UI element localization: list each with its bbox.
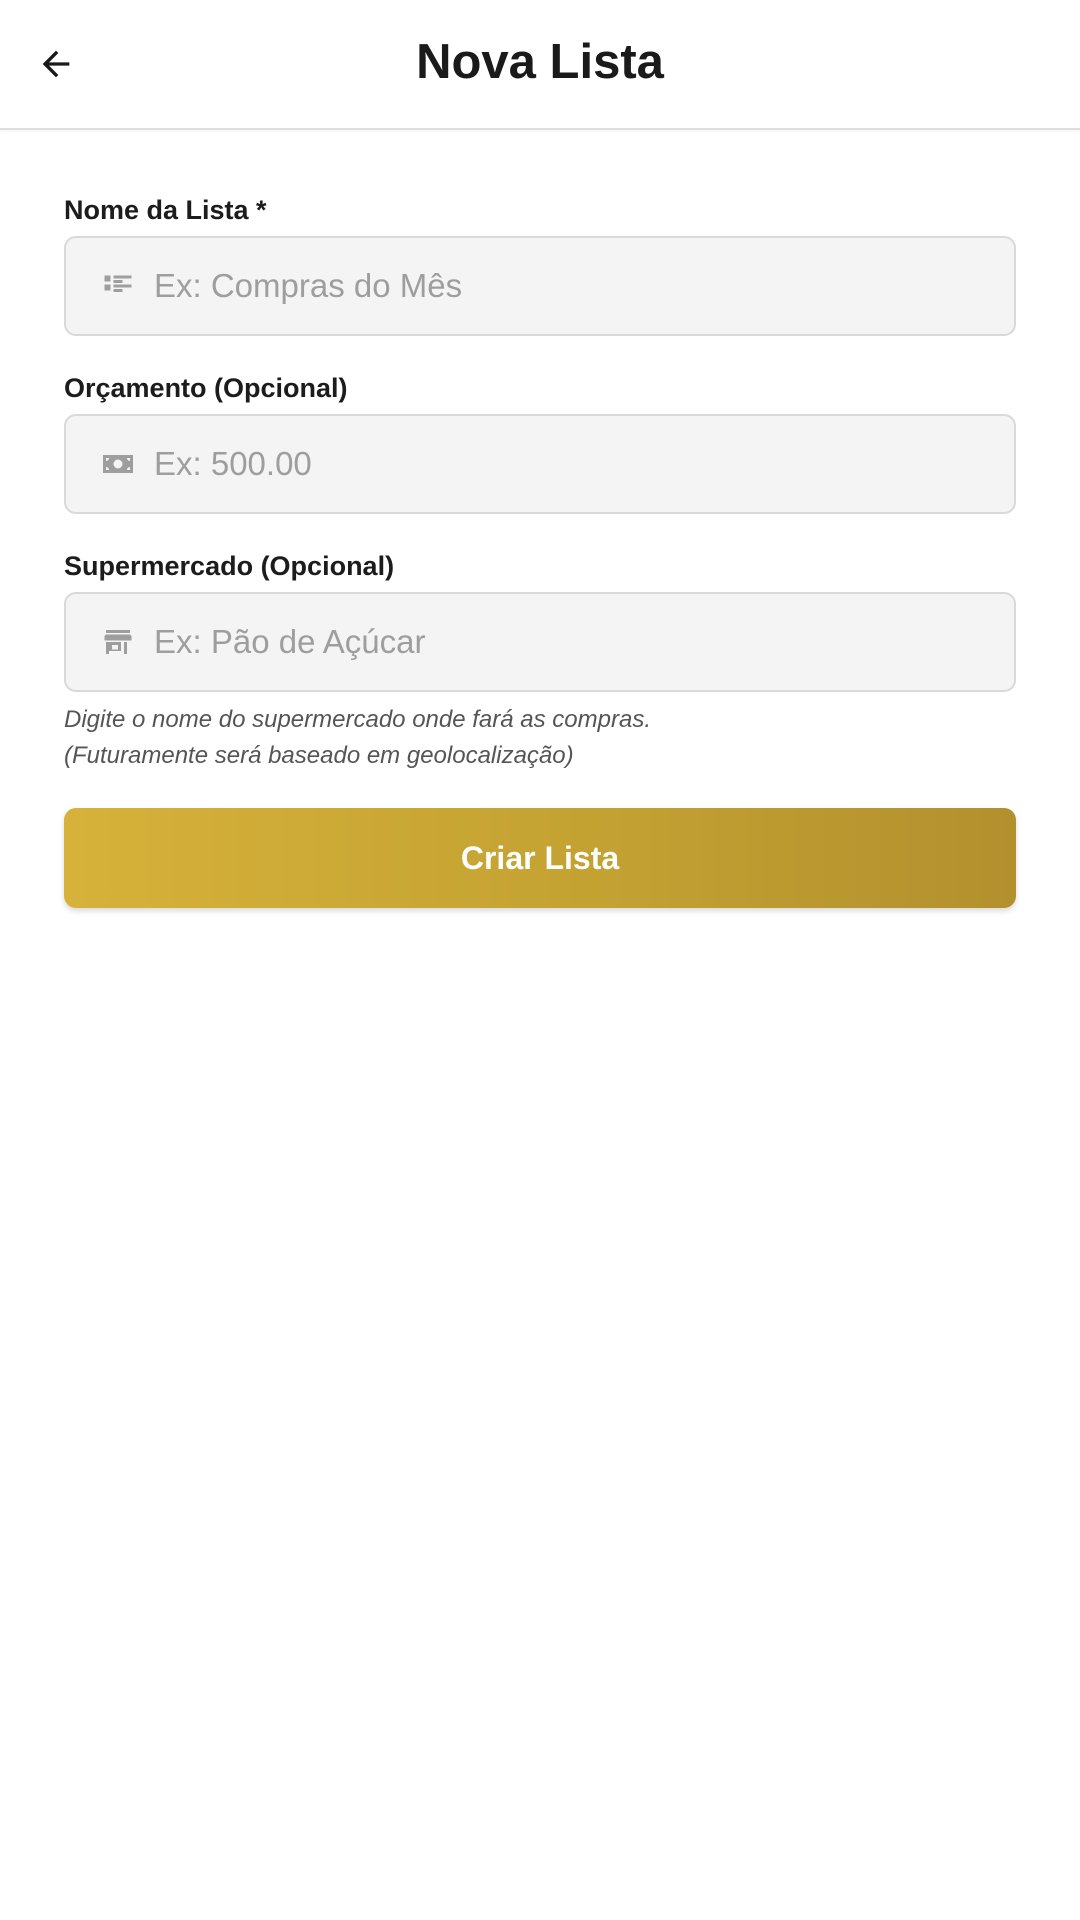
supermarket-input[interactable] [154, 612, 954, 672]
supermarket-hint-line-2: (Futuramente será baseado em geolocaliza… [64, 742, 574, 769]
budget-label: Orçamento (Opcional) [64, 373, 348, 403]
supermarket-field-group: Supermercado (Opcional) Digite o nome do… [64, 546, 1016, 774]
budget-input-box[interactable] [64, 414, 1016, 514]
supermarket-input-box[interactable] [64, 592, 1016, 692]
list-name-input[interactable] [154, 256, 954, 316]
budget-field-group: Orçamento (Opcional) [64, 368, 1016, 514]
page-title: Nova Lista [416, 35, 664, 89]
new-list-form: Nome da Lista * Orçamento (Opcional) Sup… [64, 190, 1016, 908]
create-list-button[interactable]: Criar Lista [64, 808, 1016, 908]
list-name-field-group: Nome da Lista * [64, 190, 1016, 336]
list-name-label: Nome da Lista * [64, 195, 267, 225]
supermarket-label: Supermercado (Opcional) [64, 551, 395, 581]
list-name-input-box[interactable] [64, 236, 1016, 336]
budget-input[interactable] [154, 434, 954, 494]
supermarket-hint: Digite o nome do supermercado onde fará … [64, 702, 1016, 774]
app-header: Nova Lista [0, 0, 1080, 130]
store-icon [100, 624, 136, 660]
money-icon [100, 446, 136, 482]
list-icon [100, 268, 136, 304]
supermarket-hint-line-1: Digite o nome do supermercado onde fará … [64, 706, 651, 733]
